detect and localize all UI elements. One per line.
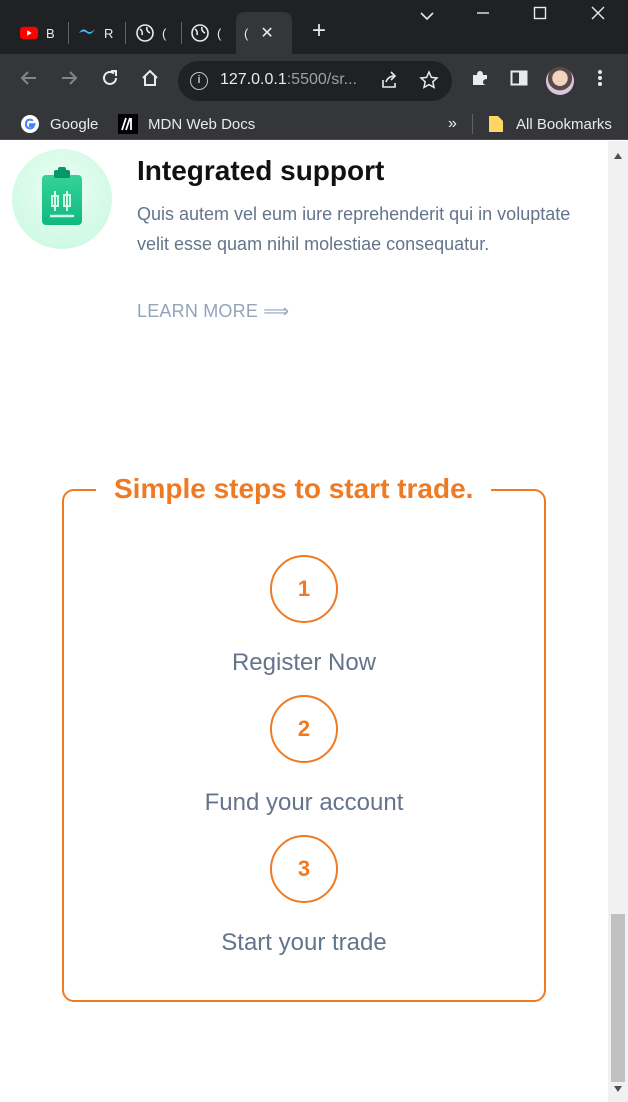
share-icon[interactable] [378, 70, 400, 92]
youtube-icon [20, 24, 38, 42]
step-number-badge: 1 [270, 555, 338, 623]
tab-label: B [46, 25, 55, 41]
tab-youtube[interactable]: B [6, 12, 62, 54]
feature-icon-badge [12, 149, 112, 249]
tab-strip: B R ( ( ( ✕ + [0, 0, 628, 54]
close-window-icon[interactable] [583, 6, 613, 25]
step-number-badge: 3 [270, 835, 338, 903]
url-text: 127.0.0.1:5500/sr... [220, 71, 357, 89]
google-icon [20, 114, 40, 134]
globe-icon [191, 24, 209, 42]
address-bar[interactable]: i 127.0.0.1:5500/sr... [178, 61, 452, 101]
scrollbar-thumb[interactable] [611, 914, 625, 1082]
reload-icon[interactable] [97, 68, 123, 94]
maximize-icon[interactable] [525, 6, 555, 25]
tab-label: ( [217, 25, 222, 41]
page-viewport: Integrated support Quis autem vel eum iu… [0, 141, 628, 1102]
bookmarks-divider [472, 114, 473, 134]
profile-avatar[interactable] [546, 67, 574, 95]
forward-icon[interactable] [56, 68, 82, 94]
bookmark-label: MDN Web Docs [148, 115, 256, 133]
tab-label: ( [162, 25, 167, 41]
home-icon[interactable] [137, 68, 163, 94]
step-label: Fund your account [204, 789, 404, 816]
bookmark-label: All Bookmarks [516, 115, 612, 133]
step-label: Register Now [231, 649, 377, 676]
url-host: 127.0.0.1 [220, 71, 287, 88]
back-icon[interactable] [16, 68, 42, 94]
browser-toolbar: i 127.0.0.1:5500/sr... [0, 54, 628, 108]
tab-localhost-2[interactable]: ( [177, 12, 235, 54]
tab-label: ( [244, 25, 249, 41]
feature-title: Integrated support [137, 155, 385, 186]
extensions-icon[interactable] [468, 68, 492, 94]
tab-label: R [104, 25, 114, 41]
step-number-badge: 2 [270, 695, 338, 763]
scroll-down-arrow-icon[interactable] [614, 1086, 622, 1092]
side-panel-icon[interactable] [507, 68, 531, 94]
bookmark-mdn[interactable]: MDN Web Docs [118, 114, 255, 134]
scroll-up-arrow-icon[interactable] [614, 153, 622, 159]
vertical-scrollbar[interactable] [608, 141, 628, 1102]
tab-tailwind[interactable]: R [64, 12, 124, 54]
all-bookmarks-button[interactable]: All Bookmarks [486, 114, 612, 134]
steps-title: Simple steps to start trade. [96, 473, 492, 505]
bookmarks-overflow-button[interactable]: » [448, 114, 457, 134]
feature-description: Quis autem vel eum iure reprehenderit qu… [137, 204, 571, 254]
bookmark-google[interactable]: Google [20, 114, 98, 134]
close-tab-icon[interactable]: ✕ [260, 23, 273, 43]
clipboard-chart-icon [42, 167, 82, 225]
bookmarks-bar: Google MDN Web Docs » All Bookmarks [0, 108, 628, 140]
mdn-icon [118, 114, 138, 134]
bookmark-star-icon[interactable] [418, 70, 440, 92]
step-label: Start your trade [221, 929, 387, 956]
tailwind-icon [78, 24, 96, 42]
bookmark-label: Google [50, 115, 99, 133]
globe-icon [136, 24, 154, 42]
folder-icon [486, 114, 506, 134]
tab-active[interactable]: ( ✕ [236, 12, 292, 54]
tab-search-icon[interactable] [412, 8, 442, 26]
tab-localhost-1[interactable]: ( [122, 12, 180, 54]
new-tab-button[interactable]: + [306, 18, 332, 44]
site-info-icon[interactable]: i [190, 72, 208, 90]
url-path: :5500/sr... [286, 71, 357, 88]
more-menu-icon[interactable] [588, 68, 612, 94]
minimize-icon[interactable] [468, 6, 498, 25]
learn-more-link[interactable]: LEARN MORE ⟹ [137, 301, 289, 322]
